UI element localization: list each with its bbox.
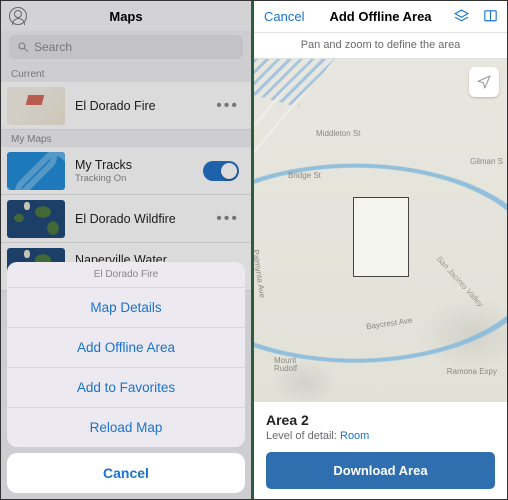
download-area-button[interactable]: Download Area bbox=[266, 452, 495, 489]
street-label: Bridge St bbox=[288, 171, 321, 180]
action-sheet: El Dorado Fire Map Details Add Offline A… bbox=[7, 262, 245, 493]
locate-button[interactable] bbox=[469, 67, 499, 97]
layers-icon[interactable] bbox=[453, 8, 470, 25]
map-canvas[interactable]: Middleton St Bridge St Gilman S Palmyrit… bbox=[254, 59, 507, 411]
street-label: Gilman S bbox=[470, 157, 503, 166]
terrain-label: San Jacinto Valley bbox=[435, 254, 486, 309]
level-of-detail[interactable]: Level of detail: Room bbox=[266, 430, 495, 442]
water-hatch bbox=[254, 59, 334, 107]
bookmark-icon[interactable] bbox=[482, 8, 499, 25]
area-name: Area 2 bbox=[266, 412, 495, 428]
maps-list-screen: Maps Search Current El Dorado Fire ••• M… bbox=[1, 1, 254, 499]
street-label: Palmyrita Ave bbox=[254, 249, 267, 299]
sheet-cancel-button[interactable]: Cancel bbox=[7, 453, 245, 493]
street-label: Middleton St bbox=[316, 129, 360, 138]
add-offline-area-screen: Cancel Add Offline Area Pan and zoom to … bbox=[254, 1, 507, 499]
sheet-reload-map[interactable]: Reload Map bbox=[7, 408, 245, 447]
sheet-title: El Dorado Fire bbox=[7, 262, 245, 288]
terrain-label: Mount Rudolf bbox=[274, 357, 310, 373]
street-label: Ramona Expy bbox=[447, 367, 497, 376]
selection-rectangle[interactable] bbox=[353, 197, 409, 277]
hint-text: Pan and zoom to define the area bbox=[254, 33, 507, 59]
sheet-add-to-favorites[interactable]: Add to Favorites bbox=[7, 368, 245, 408]
navbar: Cancel Add Offline Area bbox=[254, 1, 507, 33]
sheet-map-details[interactable]: Map Details bbox=[7, 288, 245, 328]
locate-icon bbox=[476, 74, 492, 90]
navbar-title: Add Offline Area bbox=[329, 9, 431, 24]
street-label: Baycrest Ave bbox=[366, 316, 413, 331]
sheet-add-offline-area[interactable]: Add Offline Area bbox=[7, 328, 245, 368]
cancel-button[interactable]: Cancel bbox=[264, 9, 304, 24]
lod-value[interactable]: Room bbox=[340, 430, 369, 442]
download-card: Area 2 Level of detail: Room Download Ar… bbox=[254, 401, 507, 499]
